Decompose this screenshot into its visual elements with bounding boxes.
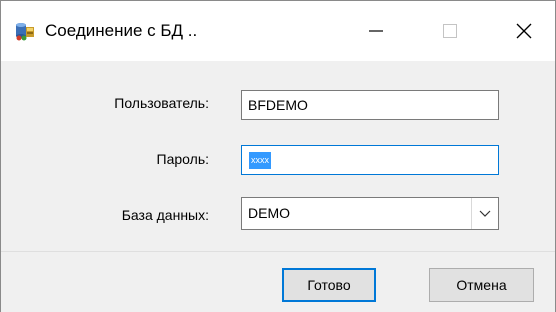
- password-value: xxxx: [249, 152, 271, 169]
- maximize-icon: [443, 24, 457, 38]
- chevron-down-icon: [479, 210, 491, 217]
- login-dialog: Соединение с БД .. Пользователь: BFDEMO …: [0, 0, 556, 312]
- close-button[interactable]: [493, 1, 555, 61]
- password-label: Пароль:: [156, 151, 209, 167]
- password-field[interactable]: xxxx: [241, 145, 499, 175]
- title-bar[interactable]: Соединение с БД ..: [1, 1, 555, 61]
- cancel-button[interactable]: Отмена: [429, 268, 534, 302]
- user-value: BFDEMO: [248, 97, 308, 113]
- database-label: База данных:: [121, 207, 209, 223]
- user-field[interactable]: BFDEMO: [241, 90, 499, 120]
- database-value: DEMO: [248, 205, 290, 221]
- dialog-footer: Готово Отмена: [1, 251, 555, 312]
- minimize-button[interactable]: [345, 1, 407, 61]
- database-app-icon: [14, 21, 36, 41]
- dialog-body: Пользователь: BFDEMO Пароль: xxxx База д…: [1, 61, 555, 251]
- window-title: Соединение с БД ..: [45, 21, 198, 40]
- maximize-button[interactable]: [419, 1, 481, 61]
- dropdown-arrow-button[interactable]: [471, 198, 498, 229]
- close-icon: [516, 23, 532, 39]
- ok-button[interactable]: Готово: [282, 268, 376, 302]
- user-label: Пользователь:: [114, 95, 209, 111]
- minimize-icon: [369, 30, 383, 32]
- database-select[interactable]: DEMO: [241, 197, 499, 230]
